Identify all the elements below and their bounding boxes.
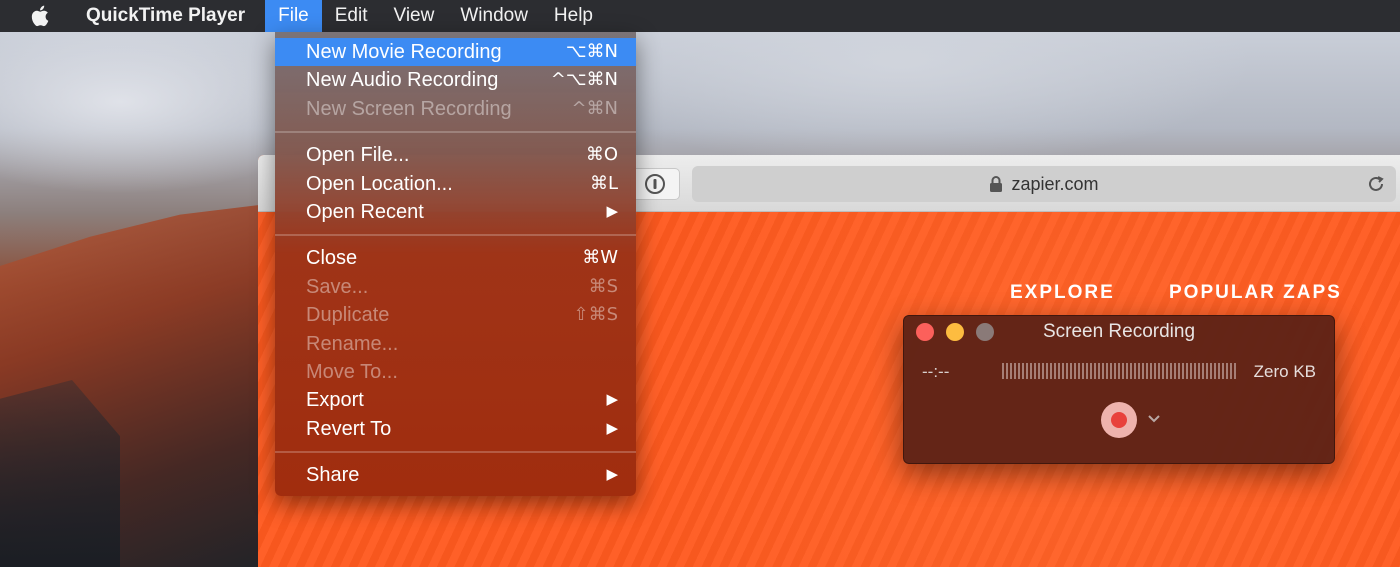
submenu-arrow-icon: ▶: [606, 419, 618, 437]
menu-item-label: Export: [306, 389, 364, 412]
menu-bar: QuickTime Player File Edit View Window H…: [0, 0, 1400, 32]
menu-item-move-to: Move To...: [275, 358, 636, 386]
menu-item-label: New Movie Recording: [306, 41, 502, 63]
submenu-arrow-icon: ▶: [606, 202, 618, 220]
menu-item-new-screen-recording: New Screen Recording ^⌘N: [275, 95, 636, 123]
menu-separator: [275, 226, 636, 244]
audio-level-meter: [1002, 363, 1238, 379]
menu-item-label: Duplicate: [306, 304, 390, 327]
submenu-arrow-icon: ▶: [606, 391, 618, 409]
menu-item-label: Save...: [306, 275, 369, 298]
menu-item-open-location[interactable]: Open Location... ⌘L: [275, 170, 636, 198]
menu-item-label: New Audio Recording: [306, 69, 499, 92]
menu-item-shortcut: ⌘W: [582, 247, 618, 269]
password-manager-icon: [645, 174, 665, 194]
menu-item-open-recent[interactable]: Open Recent ▶: [275, 198, 636, 226]
menu-item-shortcut: ^⌘N: [571, 97, 618, 119]
file-menu-dropdown: New Movie Recording ⌥⌘N New Audio Record…: [275, 32, 636, 496]
menu-help[interactable]: Help: [541, 0, 606, 32]
menu-file[interactable]: File: [265, 0, 322, 32]
menu-item-label: Open Location...: [306, 172, 453, 195]
address-text: zapier.com: [1011, 173, 1099, 194]
apple-logo-icon[interactable]: [30, 4, 52, 28]
menu-item-save: Save... ⌘S: [275, 273, 636, 301]
reload-icon[interactable]: [1366, 174, 1386, 194]
menu-edit[interactable]: Edit: [322, 0, 381, 32]
recording-file-size: Zero KB: [1253, 362, 1316, 381]
menu-item-shortcut: ^⌥⌘N: [550, 69, 618, 91]
menu-item-label: Revert To: [306, 417, 392, 440]
menu-item-label: Move To...: [306, 360, 398, 383]
menu-item-shortcut: ⇧⌘S: [573, 304, 618, 326]
menu-item-close[interactable]: Close ⌘W: [275, 244, 636, 272]
menu-app-name[interactable]: QuickTime Player: [80, 5, 251, 27]
password-manager-button[interactable]: [630, 168, 680, 200]
menu-item-shortcut: ⌘O: [585, 144, 618, 166]
zoom-window-button[interactable]: [976, 323, 994, 341]
menu-item-new-movie-recording[interactable]: New Movie Recording ⌥⌘N: [275, 38, 636, 67]
close-window-button[interactable]: [916, 323, 934, 341]
recording-options-chevron-icon[interactable]: [1147, 412, 1161, 426]
minimize-window-button[interactable]: [946, 323, 964, 341]
lock-icon: [989, 176, 1003, 192]
menu-item-label: Close: [306, 247, 358, 270]
nav-explore[interactable]: EXPLORE: [1010, 282, 1115, 304]
menu-item-rename: Rename...: [275, 330, 636, 358]
record-button[interactable]: [1101, 402, 1137, 438]
menu-item-export[interactable]: Export ▶: [275, 386, 636, 414]
screen-recording-window: Screen Recording --:-- Zero KB: [903, 315, 1335, 464]
menu-item-label: Rename...: [306, 332, 399, 355]
menu-separator: [275, 443, 636, 461]
menu-item-new-audio-recording[interactable]: New Audio Recording ^⌥⌘N: [275, 66, 636, 94]
recorder-title: Screen Recording: [1042, 321, 1196, 342]
menu-item-revert-to[interactable]: Revert To ▶: [275, 415, 636, 443]
menu-window[interactable]: Window: [447, 0, 541, 32]
menu-item-label: New Screen Recording: [306, 97, 512, 120]
menu-item-label: Open Recent: [306, 200, 424, 223]
recording-time: --:--: [922, 362, 950, 381]
menu-item-label: Open File...: [306, 144, 410, 167]
menu-separator: [275, 123, 636, 141]
menu-view[interactable]: View: [381, 0, 448, 32]
menu-item-shortcut: ⌘L: [589, 172, 618, 194]
nav-popular-zaps[interactable]: POPULAR ZAPS: [1169, 282, 1342, 304]
submenu-arrow-icon: ▶: [606, 466, 618, 484]
menu-item-shortcut: ⌥⌘N: [565, 41, 618, 62]
menu-item-shortcut: ⌘S: [588, 275, 618, 297]
address-bar[interactable]: zapier.com: [692, 166, 1396, 202]
record-dot-icon: [1111, 412, 1127, 428]
menu-item-label: Share: [306, 464, 360, 487]
menu-item-duplicate: Duplicate ⇧⌘S: [275, 301, 636, 329]
menu-item-open-file[interactable]: Open File... ⌘O: [275, 141, 636, 169]
menu-item-share[interactable]: Share ▶: [275, 461, 636, 489]
